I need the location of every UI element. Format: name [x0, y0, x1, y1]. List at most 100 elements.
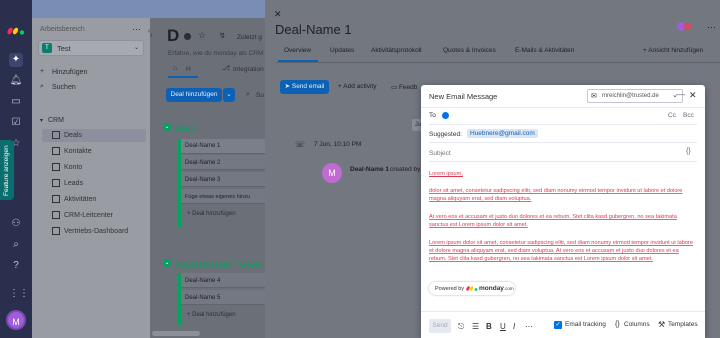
folder-name[interactable]: CRM: [48, 117, 64, 124]
row-name[interactable]: Deal-Name 3: [185, 177, 220, 183]
main-table-icon[interactable]: ⌂: [173, 65, 177, 72]
monday-logo-icon[interactable]: [7, 25, 25, 35]
body-paragraph-3[interactable]: Lorem ipsum dolor sit amet, consetetur s…: [429, 239, 695, 263]
add-deal-dropdown[interactable]: ⌄: [223, 88, 235, 102]
board-collapse-icon[interactable]: ‹: [150, 32, 152, 39]
close-drawer-icon[interactable]: ✕: [274, 9, 282, 20]
sidebar-item-leads[interactable]: Leads: [64, 180, 83, 187]
board-search-icon[interactable]: ⌕: [246, 91, 250, 99]
sidebar-item-kontakte[interactable]: Kontakte: [64, 148, 92, 155]
sidebar-item-vertriebs-dashboard[interactable]: Vertriebs-Dashboard: [64, 228, 128, 235]
feedback-label: Feedb: [398, 84, 418, 91]
row-name[interactable]: Deal-Name 5: [185, 295, 220, 301]
recent-label[interactable]: Zuletzt g: [237, 34, 262, 41]
row-name[interactable]: Deal-Name 1: [185, 143, 220, 149]
group-title-closed[interactable]: Abgeschlossen / Gewo: [175, 259, 262, 269]
star-icon[interactable]: ☆: [198, 30, 206, 41]
notifications-icon[interactable]: 🔔︎: [9, 74, 23, 88]
integrations-icon[interactable]: ⎇: [222, 64, 230, 72]
drawer-title[interactable]: Deal-Name 1: [275, 22, 352, 37]
horizontal-scrollbar[interactable]: [152, 331, 200, 336]
body-greeting[interactable]: Lorem ipsum,: [429, 170, 695, 178]
more-formatting-icon[interactable]: ⋯: [525, 322, 533, 331]
variables-icon[interactable]: {}: [686, 148, 691, 155]
tab-emails[interactable]: E-Mails & Aktivitäten: [515, 47, 574, 54]
invite-icon[interactable]: ⚇: [9, 217, 23, 231]
cc-button[interactable]: Cc: [668, 112, 676, 119]
email-tracking-checkbox[interactable]: ✓: [554, 321, 562, 329]
add-view-button[interactable]: + Ansicht hinzufügen: [643, 47, 703, 54]
drawer-more-icon[interactable]: ⋯: [707, 22, 716, 33]
user-avatar[interactable]: M: [6, 310, 26, 330]
email-tracking-label[interactable]: Email tracking: [565, 321, 606, 328]
templates-button[interactable]: Templates: [668, 321, 698, 328]
tab-integrations[interactable]: Integration: [233, 66, 264, 73]
search-label[interactable]: Suchen: [52, 84, 76, 91]
list-icon[interactable]: ☰: [472, 322, 479, 331]
search-icon[interactable]: ⌕: [9, 238, 23, 252]
board-search-stub[interactable]: Su: [256, 92, 264, 99]
group-title-deals[interactable]: Deals: [175, 123, 197, 133]
apps-icon[interactable]: ✦: [9, 53, 23, 67]
group-chevron-icon[interactable]: ⌄: [163, 259, 171, 267]
row-name[interactable]: Deal-Name 4: [185, 278, 220, 284]
suggested-email-chip[interactable]: Huebnere@gmail.com: [467, 129, 538, 138]
minimize-icon[interactable]: —: [676, 89, 685, 99]
row-name[interactable]: Deal-Name 2: [185, 160, 220, 166]
add-deal-row[interactable]: + Deal hinzufügen: [187, 312, 236, 318]
columns-button[interactable]: Columns: [624, 321, 650, 328]
tab-updates[interactable]: Updates: [330, 47, 354, 54]
workspace-selector[interactable]: [38, 40, 144, 56]
add-activity-button[interactable]: + Add activity: [338, 83, 377, 90]
workspace-panel: Arbeitsbereich ⋯ ‹ + Hinzufügen ⌕ Suchen…: [32, 18, 150, 338]
to-info-icon[interactable]: [442, 112, 449, 119]
sidebar-item-konto[interactable]: Konto: [64, 164, 82, 171]
add-label[interactable]: Hinzufügen: [52, 69, 87, 76]
body-paragraph-1[interactable]: dolor sit amet, consetetur sadipscing el…: [429, 187, 695, 203]
tab-activity-log[interactable]: Aktivitätsprotokoll: [371, 47, 422, 54]
feedback-button[interactable]: ▭ Feedb: [391, 83, 417, 91]
activity-icon[interactable]: ↯: [219, 31, 226, 40]
subject-input[interactable]: [429, 147, 679, 159]
bcc-button[interactable]: Bcc: [683, 112, 694, 119]
templates-icon[interactable]: ⚒: [658, 320, 665, 329]
info-icon[interactable]: [184, 33, 191, 40]
attach-icon[interactable]: ⎋: [458, 322, 464, 332]
sidebar-item-deals[interactable]: Deals: [64, 132, 82, 139]
underline-icon[interactable]: U: [500, 322, 506, 331]
group-chevron-icon[interactable]: ⌄: [163, 123, 171, 131]
body-paragraph-2[interactable]: At vero eos et accusam et justo duo dolo…: [429, 213, 695, 229]
folder-chevron-icon[interactable]: ▾: [40, 117, 43, 124]
close-modal-icon[interactable]: ✕: [689, 90, 697, 101]
tab-main-table[interactable]: H: [186, 66, 191, 73]
board-title: D: [167, 26, 180, 45]
side-tab-label: Feature anzeigen: [3, 145, 10, 196]
add-deal-row[interactable]: + Deal hinzufügen: [187, 211, 236, 217]
row-name[interactable]: Füge etwas eigenes hinzu: [185, 194, 250, 200]
my-work-icon[interactable]: ☑: [9, 116, 23, 130]
activity-name[interactable]: Deal-Name 1: [350, 166, 389, 173]
sidebar-item-crm-leitcenter[interactable]: CRM-Leitcenter: [64, 212, 113, 219]
suggested-label: Suggested:: [429, 131, 462, 138]
italic-icon[interactable]: I: [513, 322, 515, 331]
feedback-icon: ▭: [391, 84, 399, 91]
send-button[interactable]: Send: [429, 319, 451, 333]
add-deal-button[interactable]: Deal hinzufügen: [166, 88, 222, 102]
workspace-more-icon[interactable]: ⋯: [132, 24, 141, 35]
inbox-icon[interactable]: ▭: [9, 95, 23, 109]
columns-icon[interactable]: {}: [615, 321, 620, 328]
subject-divider: [429, 161, 697, 162]
tab-overview[interactable]: Overview: [284, 47, 311, 54]
to-input[interactable]: [453, 110, 653, 121]
bold-icon[interactable]: B: [486, 322, 492, 331]
drawer-tab-divider: [275, 62, 720, 63]
drawer-avatars[interactable]: [677, 22, 693, 32]
feature-side-tab[interactable]: Feature anzeigen: [0, 140, 14, 200]
send-email-button[interactable]: ➤ Send email: [280, 80, 329, 94]
tab-quotes[interactable]: Quotes & Invoices: [443, 47, 496, 54]
board-icon: [52, 131, 60, 139]
sidebar-item-aktivitaeten[interactable]: Aktivitäten: [64, 196, 96, 203]
workspace-name: Test: [57, 44, 71, 53]
grid-menu-icon[interactable]: ⋮⋮: [9, 287, 29, 301]
help-icon[interactable]: ?: [9, 259, 23, 273]
